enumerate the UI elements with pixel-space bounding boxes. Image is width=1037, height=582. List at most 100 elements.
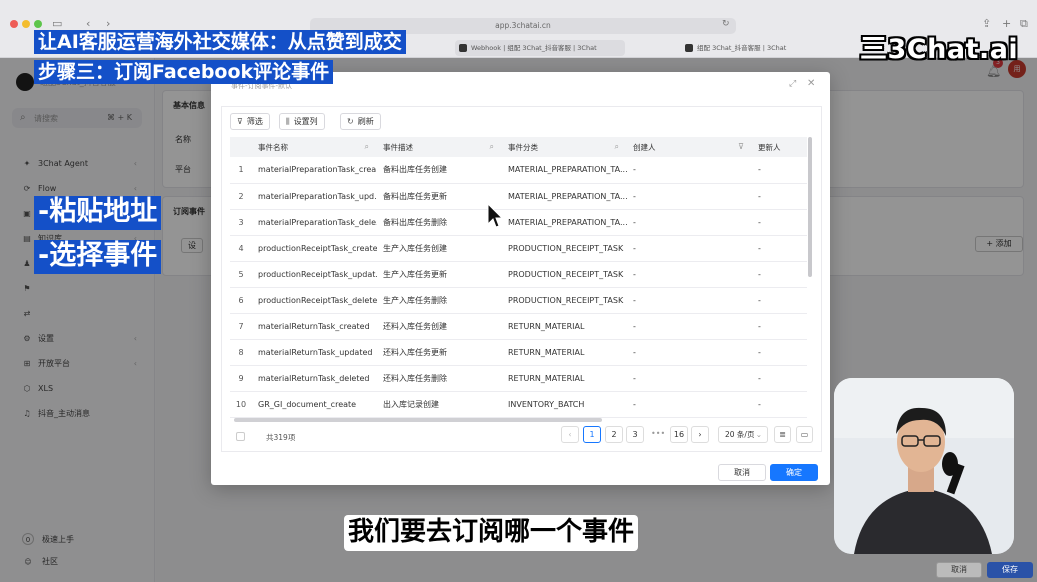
tab-label: Webhook | 组配 3Chat_抖音客服 | 3Chat <box>471 44 597 52</box>
table-cell: - <box>627 235 752 262</box>
compact-view-icon[interactable]: ▭ <box>796 426 813 443</box>
table-cell: PRODUCTION_RECEIPT_TASK <box>502 235 627 262</box>
table-row[interactable]: 8 materialReturnTask_updated 还料入库任务更新 RETUR… <box>230 339 807 367</box>
column-title: 事件分类 <box>508 142 538 152</box>
page-size-value: 20 条/页 <box>725 430 755 439</box>
table-cell: materialPreparationTask_crea... <box>252 157 377 184</box>
presenter-video <box>834 378 1014 554</box>
page-2[interactable]: 2 <box>605 426 623 443</box>
columns-button[interactable]: ⫼ 设置列 <box>279 113 325 130</box>
table-cell: GR_GI_document_create <box>252 391 377 419</box>
table-row[interactable]: 2 materialPreparationTask_upd... 备料出库任务更新 M… <box>230 183 807 210</box>
table-row[interactable]: 3 materialPreparationTask_dele... 备料出库任务删除… <box>230 209 807 236</box>
list-view-icon[interactable]: ≣ <box>774 426 791 443</box>
table-row[interactable]: 5 productionReceiptTask_updat... 生产入库任务更新 P… <box>230 261 807 288</box>
table-row[interactable]: 7 materialReturnTask_created 还料入库任务创建 RETUR… <box>230 313 807 341</box>
table-cell: - <box>627 157 752 184</box>
table-cell: INVENTORY_BATCH <box>502 391 627 419</box>
prev-page-button[interactable]: ‹ <box>561 426 579 443</box>
table-cell: - <box>752 365 807 393</box>
page-ellipsis[interactable]: ••• <box>651 429 665 438</box>
vertical-scrollbar[interactable] <box>808 137 812 277</box>
table-cell: 10 <box>230 391 252 419</box>
page-3[interactable]: 3 <box>626 426 644 443</box>
expand-icon[interactable]: ⤢ <box>789 79 796 89</box>
table-cell: materialPreparationTask_dele... <box>252 209 377 236</box>
minimize-window-button[interactable] <box>22 20 30 28</box>
page-16[interactable]: 16 <box>670 426 688 443</box>
chevron-down-icon: ⌄ <box>755 430 762 439</box>
close-window-button[interactable] <box>10 20 18 28</box>
maximize-window-button[interactable] <box>34 20 42 28</box>
overlay-note: -选择事件 <box>34 240 162 274</box>
filter-icon[interactable]: ⊽ <box>738 142 744 151</box>
table-cell: 出入库记录创建 <box>377 391 502 419</box>
table-cell: 还料入库任务删除 <box>377 365 502 393</box>
tab-overview-icon[interactable]: ⧉ <box>1020 17 1028 31</box>
table-cell: RETURN_MATERIAL <box>502 339 627 367</box>
horizontal-scrollbar[interactable] <box>234 418 602 422</box>
bottom-cancel-button[interactable]: 取消 <box>936 562 982 578</box>
table-header-row: 事件名称 ⌕ 事件描述 ⌕ 事件分类 ⌕ 创建人 ⊽ 更新人 <box>230 137 807 157</box>
table-row[interactable]: 9 materialReturnTask_deleted 还料入库任务删除 RETUR… <box>230 365 807 393</box>
column-title: 事件名称 <box>258 142 288 152</box>
column-header-desc[interactable]: 事件描述 ⌕ <box>377 137 502 157</box>
page-1[interactable]: 1 <box>583 426 601 443</box>
table-row[interactable]: 6 productionReceiptTask_deleted 生产入库任务删除 PR… <box>230 287 807 315</box>
search-icon[interactable]: ⌕ <box>365 142 369 152</box>
brand-watermark: 三3Chat.ai <box>860 34 1019 65</box>
back-icon[interactable]: ‹ <box>86 17 90 30</box>
table-row[interactable]: 1 materialPreparationTask_crea... 备料出库任务创建… <box>230 157 807 184</box>
reload-icon[interactable]: ↻ <box>722 19 730 29</box>
table-cell: materialReturnTask_updated <box>252 339 377 367</box>
column-header-creator[interactable]: 创建人 ⊽ <box>627 137 752 157</box>
headline-step: 步骤三：订阅Facebook评论事件 <box>34 60 334 84</box>
table-cell: MATERIAL_PREPARATION_TA... <box>502 157 627 184</box>
table-cell: 1 <box>230 157 252 184</box>
refresh-button[interactable]: ↻ 刷新 <box>340 113 381 130</box>
search-icon[interactable]: ⌕ <box>490 142 494 152</box>
sidebar-toggle-icon[interactable]: ▭ <box>52 17 62 30</box>
event-modal: 事件-订阅事件-默认 ⤢ ✕ ⊽ 筛选 ⫼ 设置列 ↻ 刷新 事件名称 ⌕ 事件描述 ⌕ … <box>211 72 830 485</box>
table-cell: 备料出库任务更新 <box>377 183 502 210</box>
table-cell: - <box>627 261 752 288</box>
table-body: 1 materialPreparationTask_crea... 备料出库任务创建… <box>230 157 807 419</box>
table-cell: - <box>752 313 807 341</box>
close-icon[interactable]: ✕ <box>807 78 815 89</box>
url-text: app.3chatai.cn <box>495 21 551 30</box>
modal-body: ⊽ 筛选 ⫼ 设置列 ↻ 刷新 事件名称 ⌕ 事件描述 ⌕ 事件分类 ⌕ 创建人 ⊽ 更新人 … <box>221 106 822 452</box>
table-cell: - <box>627 183 752 210</box>
cancel-button[interactable]: 取消 <box>718 464 766 481</box>
table-cell: - <box>627 287 752 315</box>
column-header-updater[interactable]: 更新人 <box>752 137 807 157</box>
column-header-category[interactable]: 事件分类 ⌕ <box>502 137 627 157</box>
table-cell: 生产入库任务删除 <box>377 287 502 315</box>
forward-icon[interactable]: › <box>106 17 110 30</box>
tab-webhook[interactable]: Webhook | 组配 3Chat_抖音客服 | 3Chat <box>455 40 625 56</box>
table-cell: - <box>627 339 752 367</box>
confirm-button[interactable]: 确定 <box>770 464 818 481</box>
search-icon[interactable]: ⌕ <box>615 142 619 152</box>
filter-button[interactable]: ⊽ 筛选 <box>230 113 270 130</box>
column-title: 更新人 <box>758 142 781 152</box>
table-cell: 3 <box>230 209 252 236</box>
table-cell: productionReceiptTask_created <box>252 235 377 262</box>
select-all-checkbox[interactable] <box>236 432 245 441</box>
table-cell: 生产入库任务创建 <box>377 235 502 262</box>
column-header-name[interactable]: 事件名称 ⌕ <box>252 137 377 157</box>
page-size-select[interactable]: 20 条/页 ⌄ <box>718 426 768 443</box>
table-cell: - <box>627 391 752 419</box>
filter-icon: ⊽ <box>237 117 243 126</box>
table-row[interactable]: 4 productionReceiptTask_created 生产入库任务创建 PR… <box>230 235 807 262</box>
table-cell: materialReturnTask_created <box>252 313 377 341</box>
next-page-button[interactable]: › <box>691 426 709 443</box>
column-title: 创建人 <box>633 142 656 152</box>
table-cell: MATERIAL_PREPARATION_TA... <box>502 183 627 210</box>
table-cell: - <box>752 157 807 184</box>
tab-3chat[interactable]: 组配 3Chat_抖音客服 | 3Chat <box>681 40 881 56</box>
bottom-save-button[interactable]: 保存 <box>987 562 1033 578</box>
table-cell: - <box>752 391 807 419</box>
table-cell: MATERIAL_PREPARATION_TA... <box>502 209 627 236</box>
table-row[interactable]: 10 GR_GI_document_create 出入库记录创建 INVENTORY_… <box>230 391 807 419</box>
table-cell: PRODUCTION_RECEIPT_TASK <box>502 261 627 288</box>
